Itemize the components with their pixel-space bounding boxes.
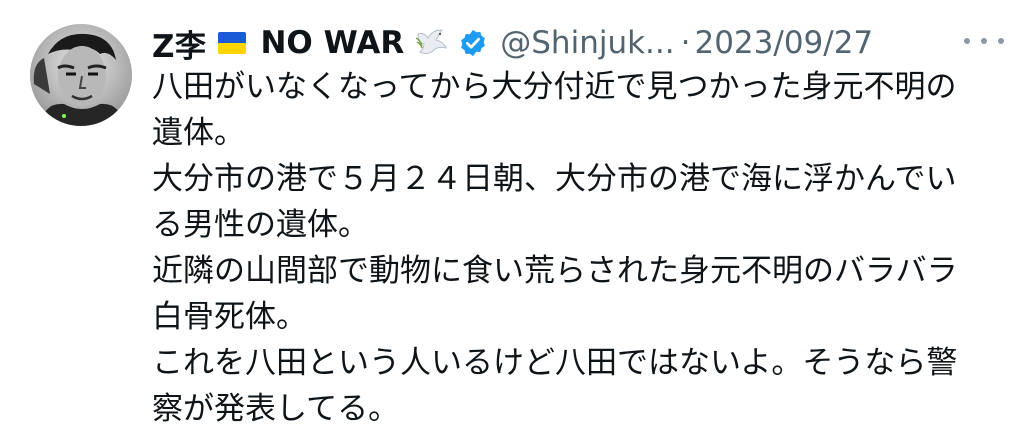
tweet-text-line: 大分市の港で５月２４日朝、大分市の港で海に浮かんでい — [152, 161, 957, 197]
tweet: Z李 NO WAR @Shinjuk... · 2023/09/27 八田がいな… — [0, 0, 1024, 427]
tweet-text-line: これを八田という人いるけど八田ではないよ。そうなら警 — [152, 345, 958, 381]
tweet-text-line: 遺体。 — [152, 115, 245, 151]
tweet-text-line: 八田がいなくなってから大分付近で見つかった身元不明の — [152, 69, 957, 105]
tweet-text-line: 察が発表してる。 — [152, 391, 400, 427]
display-name[interactable]: Z李 — [152, 21, 206, 66]
verified-badge-icon — [461, 29, 486, 57]
tweet-date[interactable]: 2023/09/27 — [694, 25, 873, 61]
header-separator: · — [680, 25, 691, 61]
display-name-suffix[interactable]: NO WAR — [260, 25, 404, 61]
tweet-text-line: る男性の遺体。 — [152, 207, 369, 243]
avatar[interactable] — [30, 24, 132, 126]
more-options-icon[interactable] — [964, 34, 1004, 48]
tweet-header: Z李 NO WAR @Shinjuk... · 2023/09/27 — [152, 20, 1004, 66]
avatar-image — [30, 24, 132, 126]
ukraine-flag-icon — [218, 32, 247, 54]
user-handle[interactable]: @Shinjuk... — [500, 25, 674, 61]
dove-icon — [415, 29, 448, 55]
tweet-text: 八田がいなくなってから大分付近で見つかった身元不明の 遺体。 大分市の港で５月２… — [152, 64, 997, 432]
tweet-text-line: 近隣の山間部で動物に食い荒らされた身元不明のバラバラ — [152, 253, 958, 289]
tweet-text-line: 白骨死体。 — [152, 299, 307, 335]
